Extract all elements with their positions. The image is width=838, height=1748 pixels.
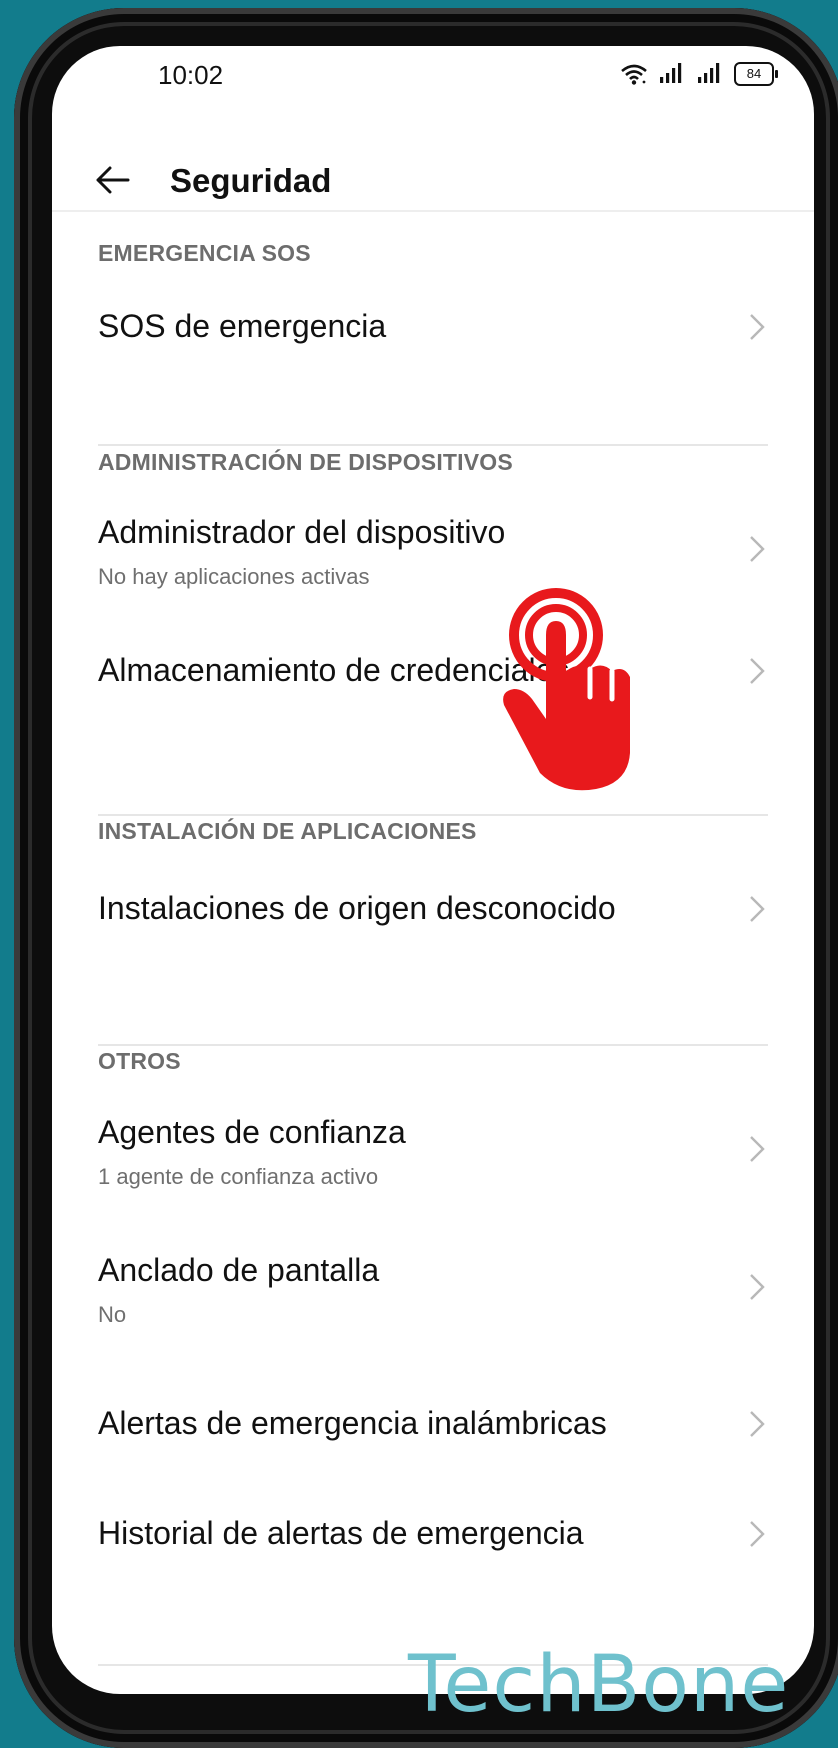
section-divider: [98, 1044, 768, 1046]
row-sos-emergency[interactable]: SOS de emergencia: [52, 296, 814, 392]
chevron-right-icon: [750, 896, 765, 922]
section-header-others: OTROS: [98, 1048, 181, 1074]
signal-icon-2: [698, 63, 720, 83]
status-time: 10:02: [158, 60, 224, 90]
screen: 10:02 84 Seguridad EMERGENCIA SOS SOS de…: [52, 46, 814, 1694]
row-trust-agents[interactable]: Agentes de confianza 1 agente de confian…: [52, 1108, 814, 1226]
section-header-app-install: INSTALACIÓN DE APLICACIONES: [98, 818, 477, 844]
chevron-right-icon: [750, 1274, 765, 1300]
back-arrow-icon[interactable]: [92, 160, 132, 200]
row-device-administrator[interactable]: Administrador del dispositivo No hay apl…: [52, 510, 814, 628]
status-bar: 10:02 84: [52, 46, 814, 106]
row-subtitle: 1 agente de confianza activo: [98, 1164, 379, 1189]
section-divider: [98, 814, 768, 816]
row-title: Almacenamiento de credenciales: [98, 652, 570, 688]
chevron-right-icon: [750, 1136, 765, 1162]
chevron-right-icon: [750, 658, 765, 684]
row-credential-storage[interactable]: Almacenamiento de credenciales: [52, 636, 814, 736]
watermark-logo: TechBone: [408, 1640, 790, 1730]
row-title: Agentes de confianza: [98, 1114, 406, 1150]
row-emergency-alert-history[interactable]: Historial de alertas de emergencia: [52, 1501, 814, 1601]
section-header-emergency: EMERGENCIA SOS: [98, 240, 311, 266]
tap-hand-icon: [503, 588, 630, 791]
row-wireless-emergency-alerts[interactable]: Alertas de emergencia inalámbricas: [52, 1391, 814, 1491]
battery-icon: 84: [734, 62, 778, 86]
chevron-right-icon: [750, 314, 765, 340]
header-divider: [52, 210, 814, 212]
page-title: Seguridad: [170, 162, 332, 199]
row-subtitle: No hay aplicaciones activas: [98, 564, 370, 589]
row-title: SOS de emergencia: [98, 308, 387, 344]
row-title: Historial de alertas de emergencia: [98, 1515, 584, 1551]
chevron-right-icon: [750, 1521, 765, 1547]
section-divider: [98, 444, 768, 446]
app-header: Seguridad: [52, 154, 814, 214]
section-header-device-admin: ADMINISTRACIÓN DE DISPOSITIVOS: [98, 449, 513, 475]
wifi-icon: [621, 64, 647, 85]
chevron-right-icon: [750, 536, 765, 562]
row-title: Administrador del dispositivo: [98, 514, 506, 550]
chevron-right-icon: [750, 1411, 765, 1437]
row-unknown-sources[interactable]: Instalaciones de origen desconocido: [52, 876, 814, 976]
signal-icon-1: [660, 63, 682, 83]
row-subtitle: No: [98, 1302, 127, 1327]
row-title: Anclado de pantalla: [98, 1252, 380, 1288]
row-screen-pinning[interactable]: Anclado de pantalla No: [52, 1246, 814, 1364]
row-title: Instalaciones de origen desconocido: [98, 890, 616, 926]
row-title: Alertas de emergencia inalámbricas: [98, 1405, 607, 1441]
status-icons: 84: [620, 62, 778, 86]
